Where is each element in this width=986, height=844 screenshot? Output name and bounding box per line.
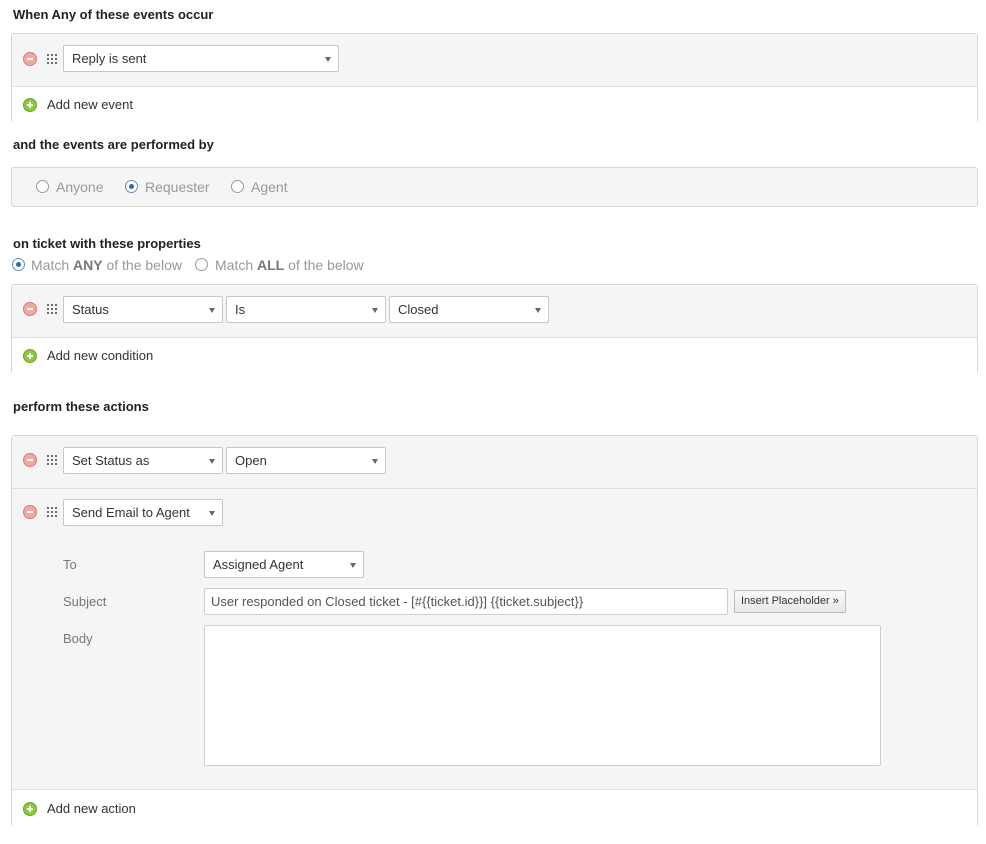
- condition-field-value: Status: [72, 302, 109, 317]
- add-icon[interactable]: [23, 802, 37, 816]
- chevron-down-icon: [209, 459, 215, 464]
- match-all-keyword: ALL: [257, 257, 285, 273]
- chevron-down-icon: [535, 308, 541, 313]
- add-icon[interactable]: [23, 98, 37, 112]
- action-value-select[interactable]: Open: [226, 447, 386, 474]
- add-event-row[interactable]: Add new event: [12, 86, 977, 123]
- email-action-value: Send Email to Agent: [72, 505, 190, 520]
- match-any-label[interactable]: Match ANY of the below: [31, 257, 182, 273]
- add-event-link[interactable]: Add new event: [47, 97, 133, 112]
- radio-anyone[interactable]: [36, 180, 49, 193]
- match-all-label[interactable]: Match ALL of the below: [215, 257, 364, 273]
- radio-match-all[interactable]: [195, 258, 208, 271]
- actions-heading: perform these actions: [13, 399, 149, 414]
- events-panel: Reply is sent Add new event: [11, 33, 978, 123]
- add-icon[interactable]: [23, 349, 37, 363]
- radio-agent-label[interactable]: Agent: [251, 179, 288, 195]
- subject-label: Subject: [63, 594, 107, 609]
- match-all-suffix: of the below: [284, 257, 364, 273]
- action-type-value: Set Status as: [72, 453, 150, 468]
- conditions-heading: on ticket with these properties: [13, 236, 201, 251]
- drag-handle-icon[interactable]: [46, 53, 57, 64]
- remove-event-icon[interactable]: [23, 52, 37, 66]
- event-select[interactable]: Reply is sent: [63, 45, 339, 72]
- radio-agent[interactable]: [231, 180, 244, 193]
- chevron-down-icon: [209, 511, 215, 516]
- match-any-prefix: Match: [31, 257, 74, 273]
- action-row-email: Send Email to Agent To Assigned Agent Su…: [12, 488, 977, 789]
- condition-row: Status Is Closed: [12, 285, 977, 337]
- event-row: Reply is sent: [12, 34, 977, 86]
- chevron-down-icon: [372, 459, 378, 464]
- events-heading: When Any of these events occur: [13, 7, 214, 22]
- drag-handle-icon[interactable]: [46, 454, 57, 465]
- body-textarea[interactable]: [204, 625, 881, 766]
- event-select-value: Reply is sent: [72, 51, 147, 66]
- radio-match-any[interactable]: [12, 258, 25, 271]
- chevron-down-icon: [209, 308, 215, 313]
- email-action-select[interactable]: Send Email to Agent: [63, 499, 223, 526]
- performer-heading: and the events are performed by: [13, 137, 214, 152]
- remove-action-icon[interactable]: [23, 453, 37, 467]
- body-label: Body: [63, 631, 93, 646]
- insert-placeholder-button[interactable]: Insert Placeholder »: [734, 590, 846, 613]
- condition-value-text: Closed: [398, 302, 439, 317]
- radio-anyone-label[interactable]: Anyone: [56, 179, 103, 195]
- performer-panel: Anyone Requester Agent: [11, 167, 978, 207]
- to-label: To: [63, 557, 77, 572]
- match-any-keyword: ANY: [73, 257, 103, 273]
- condition-field-select[interactable]: Status: [63, 296, 223, 323]
- conditions-panel: Status Is Closed Add new condition: [11, 284, 978, 374]
- to-select[interactable]: Assigned Agent: [204, 551, 364, 578]
- chevron-down-icon: [350, 563, 356, 568]
- radio-requester[interactable]: [125, 180, 138, 193]
- actions-panel: Set Status as Open Send Email to Agent T…: [11, 435, 978, 827]
- chevron-down-icon: [325, 57, 331, 62]
- chevron-down-icon: [372, 308, 378, 313]
- drag-handle-icon[interactable]: [46, 303, 57, 314]
- add-condition-row[interactable]: Add new condition: [12, 337, 977, 374]
- to-select-value: Assigned Agent: [213, 557, 304, 572]
- add-condition-link[interactable]: Add new condition: [47, 348, 153, 363]
- condition-operator-select[interactable]: Is: [226, 296, 386, 323]
- drag-handle-icon[interactable]: [46, 506, 57, 517]
- action-type-select[interactable]: Set Status as: [63, 447, 223, 474]
- match-any-suffix: of the below: [102, 257, 182, 273]
- add-action-row[interactable]: Add new action: [12, 789, 977, 827]
- radio-requester-label[interactable]: Requester: [145, 179, 210, 195]
- action-row: Set Status as Open: [12, 436, 977, 488]
- condition-operator-value: Is: [235, 302, 246, 317]
- subject-input-value: User responded on Closed ticket - [#{{ti…: [211, 594, 584, 609]
- action-value-text: Open: [235, 453, 267, 468]
- add-action-link[interactable]: Add new action: [47, 801, 136, 816]
- subject-input[interactable]: User responded on Closed ticket - [#{{ti…: [204, 588, 728, 615]
- condition-value-select[interactable]: Closed: [389, 296, 549, 323]
- remove-action-icon[interactable]: [23, 505, 37, 519]
- remove-condition-icon[interactable]: [23, 302, 37, 316]
- match-all-prefix: Match: [215, 257, 258, 273]
